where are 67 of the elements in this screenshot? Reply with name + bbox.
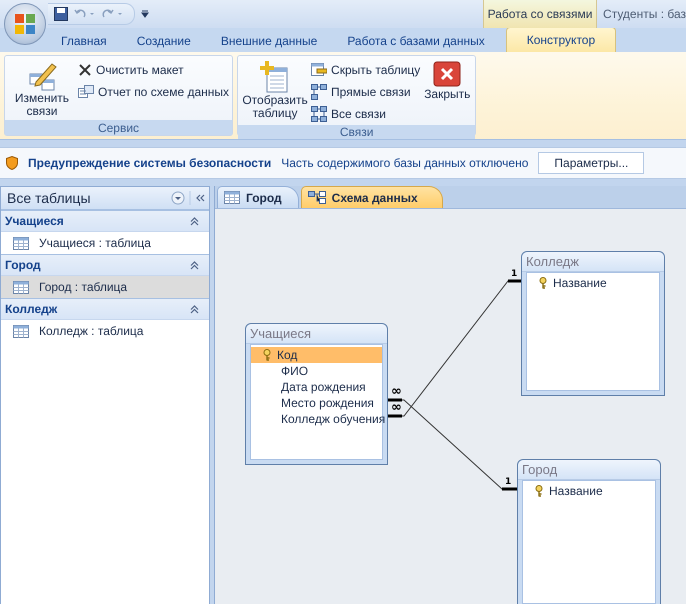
table-icon	[13, 236, 29, 250]
table-title: Учащиеся	[246, 324, 387, 344]
ribbon-button[interactable]: Прямые связи	[311, 83, 420, 101]
ribbon-button[interactable]: Очистить макет	[78, 61, 230, 79]
nav-item[interactable]: Город : таблица	[1, 276, 209, 298]
ribbon-tab[interactable]: Создание	[122, 30, 206, 52]
table-title: Город	[518, 460, 660, 480]
field-item[interactable]: Дата рождения	[251, 379, 382, 395]
field-item[interactable]: Колледж обучения	[251, 411, 382, 427]
nav-group-title: Колледж	[5, 302, 58, 316]
group-label: Связи	[238, 125, 476, 139]
ribbon-tab[interactable]: Главная	[46, 30, 122, 52]
report-icon	[78, 85, 94, 99]
security-message: Часть содержимого базы данных отключено	[281, 156, 528, 170]
window-title: Студенты : баз	[602, 6, 686, 23]
group-label: Сервис	[5, 120, 232, 135]
key-icon	[539, 277, 547, 289]
table-title: Колледж	[522, 252, 664, 272]
close-icon[interactable]	[433, 60, 462, 88]
table-window[interactable]: Учащиеся Код ФИО Дата рождения Место рождения Колледж обучения	[245, 323, 388, 465]
table-window[interactable]: Город Название	[517, 459, 661, 604]
collapse-icon[interactable]	[190, 216, 199, 226]
nav-group-title: Город	[5, 258, 42, 272]
office-button[interactable]	[4, 3, 46, 45]
dropdown-icon[interactable]	[171, 191, 185, 205]
key-icon	[535, 485, 543, 497]
context-tab-group: Работа со связями	[483, 0, 598, 28]
customize-icon[interactable]	[141, 10, 149, 18]
collapse-icon[interactable]	[190, 260, 199, 270]
save-icon[interactable]	[54, 7, 68, 21]
hide-table-icon	[311, 63, 328, 77]
ribbon-button[interactable]: Закрыть	[422, 58, 472, 123]
field-item[interactable]: Код	[251, 347, 382, 363]
document-tab[interactable]: Город	[217, 186, 299, 208]
ribbon-button[interactable]: Изменить связи	[8, 58, 76, 118]
document-tab[interactable]: Схема данных	[300, 186, 443, 208]
shield-icon	[6, 156, 18, 170]
field-item[interactable]: Название	[523, 483, 655, 499]
logo	[14, 13, 36, 35]
diagram-icon	[308, 191, 326, 204]
direct-relations-icon	[311, 84, 328, 100]
ribbon-button[interactable]: Отобразить таблицу	[241, 58, 310, 123]
ribbon-button[interactable]: Отчет по схеме данных	[78, 83, 230, 101]
ribbon-button[interactable]: Скрыть таблицу	[311, 61, 420, 79]
nav-group-title: Учащиеся	[5, 214, 65, 228]
nav-pane-title: Все таблицы	[7, 190, 92, 206]
ribbon-button[interactable]: Все связи	[311, 105, 420, 123]
ribbon-tab[interactable]: Внешние данные	[206, 30, 332, 52]
collapse-icon[interactable]	[190, 304, 199, 314]
clear-icon	[78, 63, 92, 77]
ribbon-tab[interactable]: Работа с базами данных	[332, 30, 500, 52]
field-item[interactable]: Место рождения	[251, 395, 382, 411]
ribbon-tab[interactable]: Конструктор	[506, 27, 616, 52]
table-icon	[224, 191, 240, 204]
table-icon	[13, 280, 29, 294]
field-item[interactable]: ФИО	[251, 363, 382, 379]
key-icon	[263, 349, 271, 361]
options-button[interactable]: Параметры...	[538, 152, 644, 174]
table-icon	[13, 324, 29, 338]
cardinality-label: 1	[511, 269, 518, 279]
all-relations-icon	[311, 106, 328, 122]
field-item[interactable]: Название	[527, 275, 659, 291]
security-title: Предупреждение системы безопасности	[28, 156, 272, 170]
cardinality-label: ∞	[391, 400, 402, 415]
table-window[interactable]: Колледж Название	[521, 251, 665, 396]
cardinality-label: ∞	[391, 384, 402, 399]
cardinality-label: 1	[505, 477, 512, 487]
